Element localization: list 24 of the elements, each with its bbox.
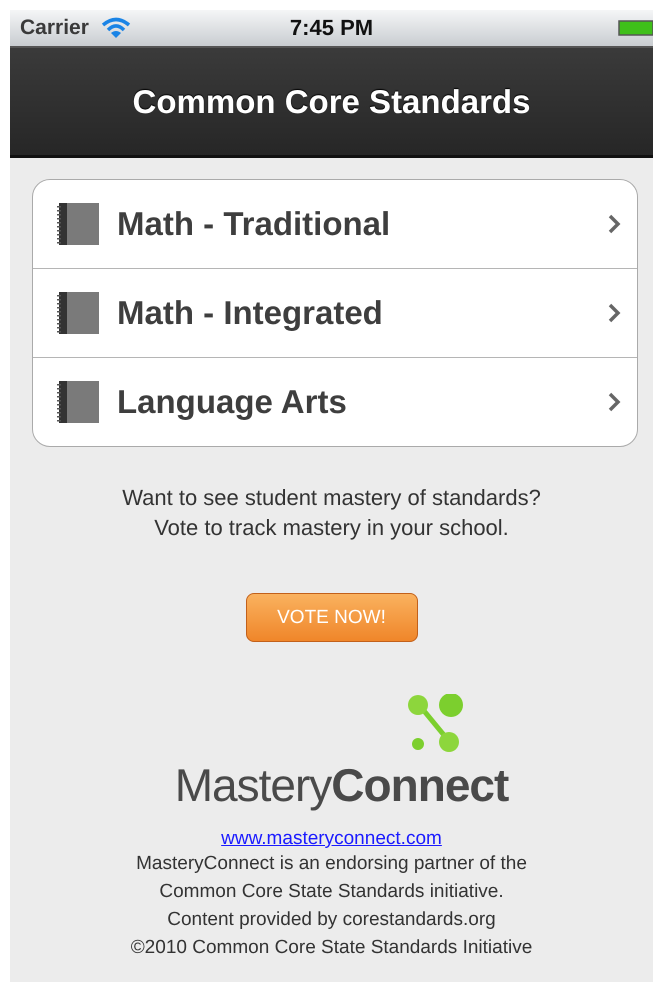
- logo-text: MasteryConnect: [174, 758, 508, 812]
- footer-text: ©2010 Common Core State Standards Initiative: [130, 936, 532, 960]
- footer-text: Content provided by corestandards.org: [167, 908, 496, 932]
- promo-text: Vote to track mastery in your school.: [154, 515, 509, 541]
- chevron-icon: [607, 213, 621, 235]
- menu-label: Math - Traditional: [117, 205, 392, 243]
- menu-item[interactable]: Math - Integrated: [33, 268, 637, 357]
- promo-text: Want to see student mastery of standards?: [122, 485, 541, 511]
- notebook-icon: [55, 201, 101, 247]
- website-link[interactable]: www.masteryconnect.com: [221, 828, 442, 850]
- carrier-label: Carrier: [20, 16, 89, 40]
- footer-text: MasteryConnect is an endorsing partner of the: [136, 852, 527, 876]
- chevron-icon: [607, 302, 621, 324]
- menu-label: Math - Integrated: [117, 294, 384, 332]
- menu-item[interactable]: Language Arts: [33, 357, 637, 446]
- chevron-icon: [607, 391, 621, 413]
- notebook-icon: [55, 379, 101, 425]
- status-time: 7:45 PM: [290, 15, 374, 41]
- notebook-icon: [55, 290, 101, 336]
- wifi-icon: [100, 17, 131, 39]
- footer-text: Common Core State Standards initiative.: [159, 880, 504, 904]
- menu-item[interactable]: Math - Traditional: [33, 180, 637, 268]
- nav-title: Common Core Standards: [132, 82, 530, 120]
- menu-label: Language Arts: [117, 383, 348, 421]
